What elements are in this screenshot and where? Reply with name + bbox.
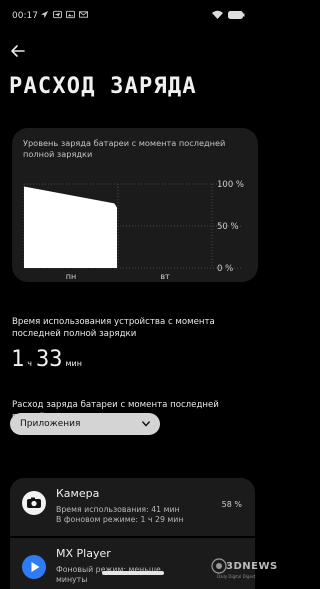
app-battery-percent: 58 % — [221, 500, 242, 509]
x-tick-label: вт — [160, 272, 170, 281]
gallery-icon — [66, 10, 75, 19]
system-icons — [212, 10, 245, 19]
y-tick-label: 50 % — [217, 222, 239, 232]
x-tick-label: пн — [66, 272, 76, 281]
usage-minutes-unit: мин — [65, 359, 82, 368]
telegram-icon — [53, 10, 62, 19]
play-icon — [22, 555, 46, 579]
watermark-logo: 3DNEWS Daily Digital Digest — [211, 553, 277, 583]
back-arrow-icon[interactable] — [9, 42, 27, 60]
app-usage-time: Время использования: 41 мин — [56, 505, 180, 514]
chevron-down-icon — [142, 421, 150, 427]
battery-area-segment — [24, 186, 117, 268]
app-background-time: Фоновый режим: меньше минуты — [56, 565, 161, 584]
app-name: MX Player — [56, 547, 111, 560]
camera-icon — [22, 491, 46, 515]
y-tick-label: 0 % — [217, 264, 233, 274]
usage-minutes: 33 — [35, 347, 63, 372]
watermark-text: 3DNEWS — [226, 561, 278, 572]
notification-icons — [40, 10, 88, 19]
y-tick-label: 100 % — [217, 180, 244, 190]
status-bar: 00:17 — [0, 0, 265, 32]
status-time: 00:17 — [12, 11, 38, 21]
dropdown-value: Приложения — [20, 419, 81, 429]
watermark-subtext: Daily Digital Digest — [217, 574, 256, 579]
usage-time-value: 1 ч 33 мин — [11, 347, 86, 377]
app-background-time: В фоновом режиме: 1 ч 29 мин — [56, 515, 184, 524]
usage-hours: 1 — [11, 347, 25, 372]
usage-time-label: Время использования устройства с момента… — [12, 317, 215, 339]
usage-hours-unit: ч — [27, 359, 32, 368]
app-usage-item-camera[interactable]: Камера Время использования: 41 мин В фон… — [10, 478, 255, 536]
wifi-icon — [212, 10, 223, 19]
battery-level-chart-card: Уровень заряда батареи с момента последн… — [12, 128, 258, 282]
mail-icon — [79, 11, 88, 18]
apps-dropdown[interactable]: Приложения — [10, 413, 160, 435]
battery-icon — [228, 10, 245, 19]
battery-level-chart: 100 % 50 % 0 % пн вт — [23, 180, 244, 281]
app-name: Камера — [56, 487, 100, 500]
page-title: РАСХОД ЗАРЯДА — [9, 74, 197, 99]
location-icon — [40, 10, 49, 19]
gesture-navigation-bar[interactable] — [102, 571, 164, 575]
